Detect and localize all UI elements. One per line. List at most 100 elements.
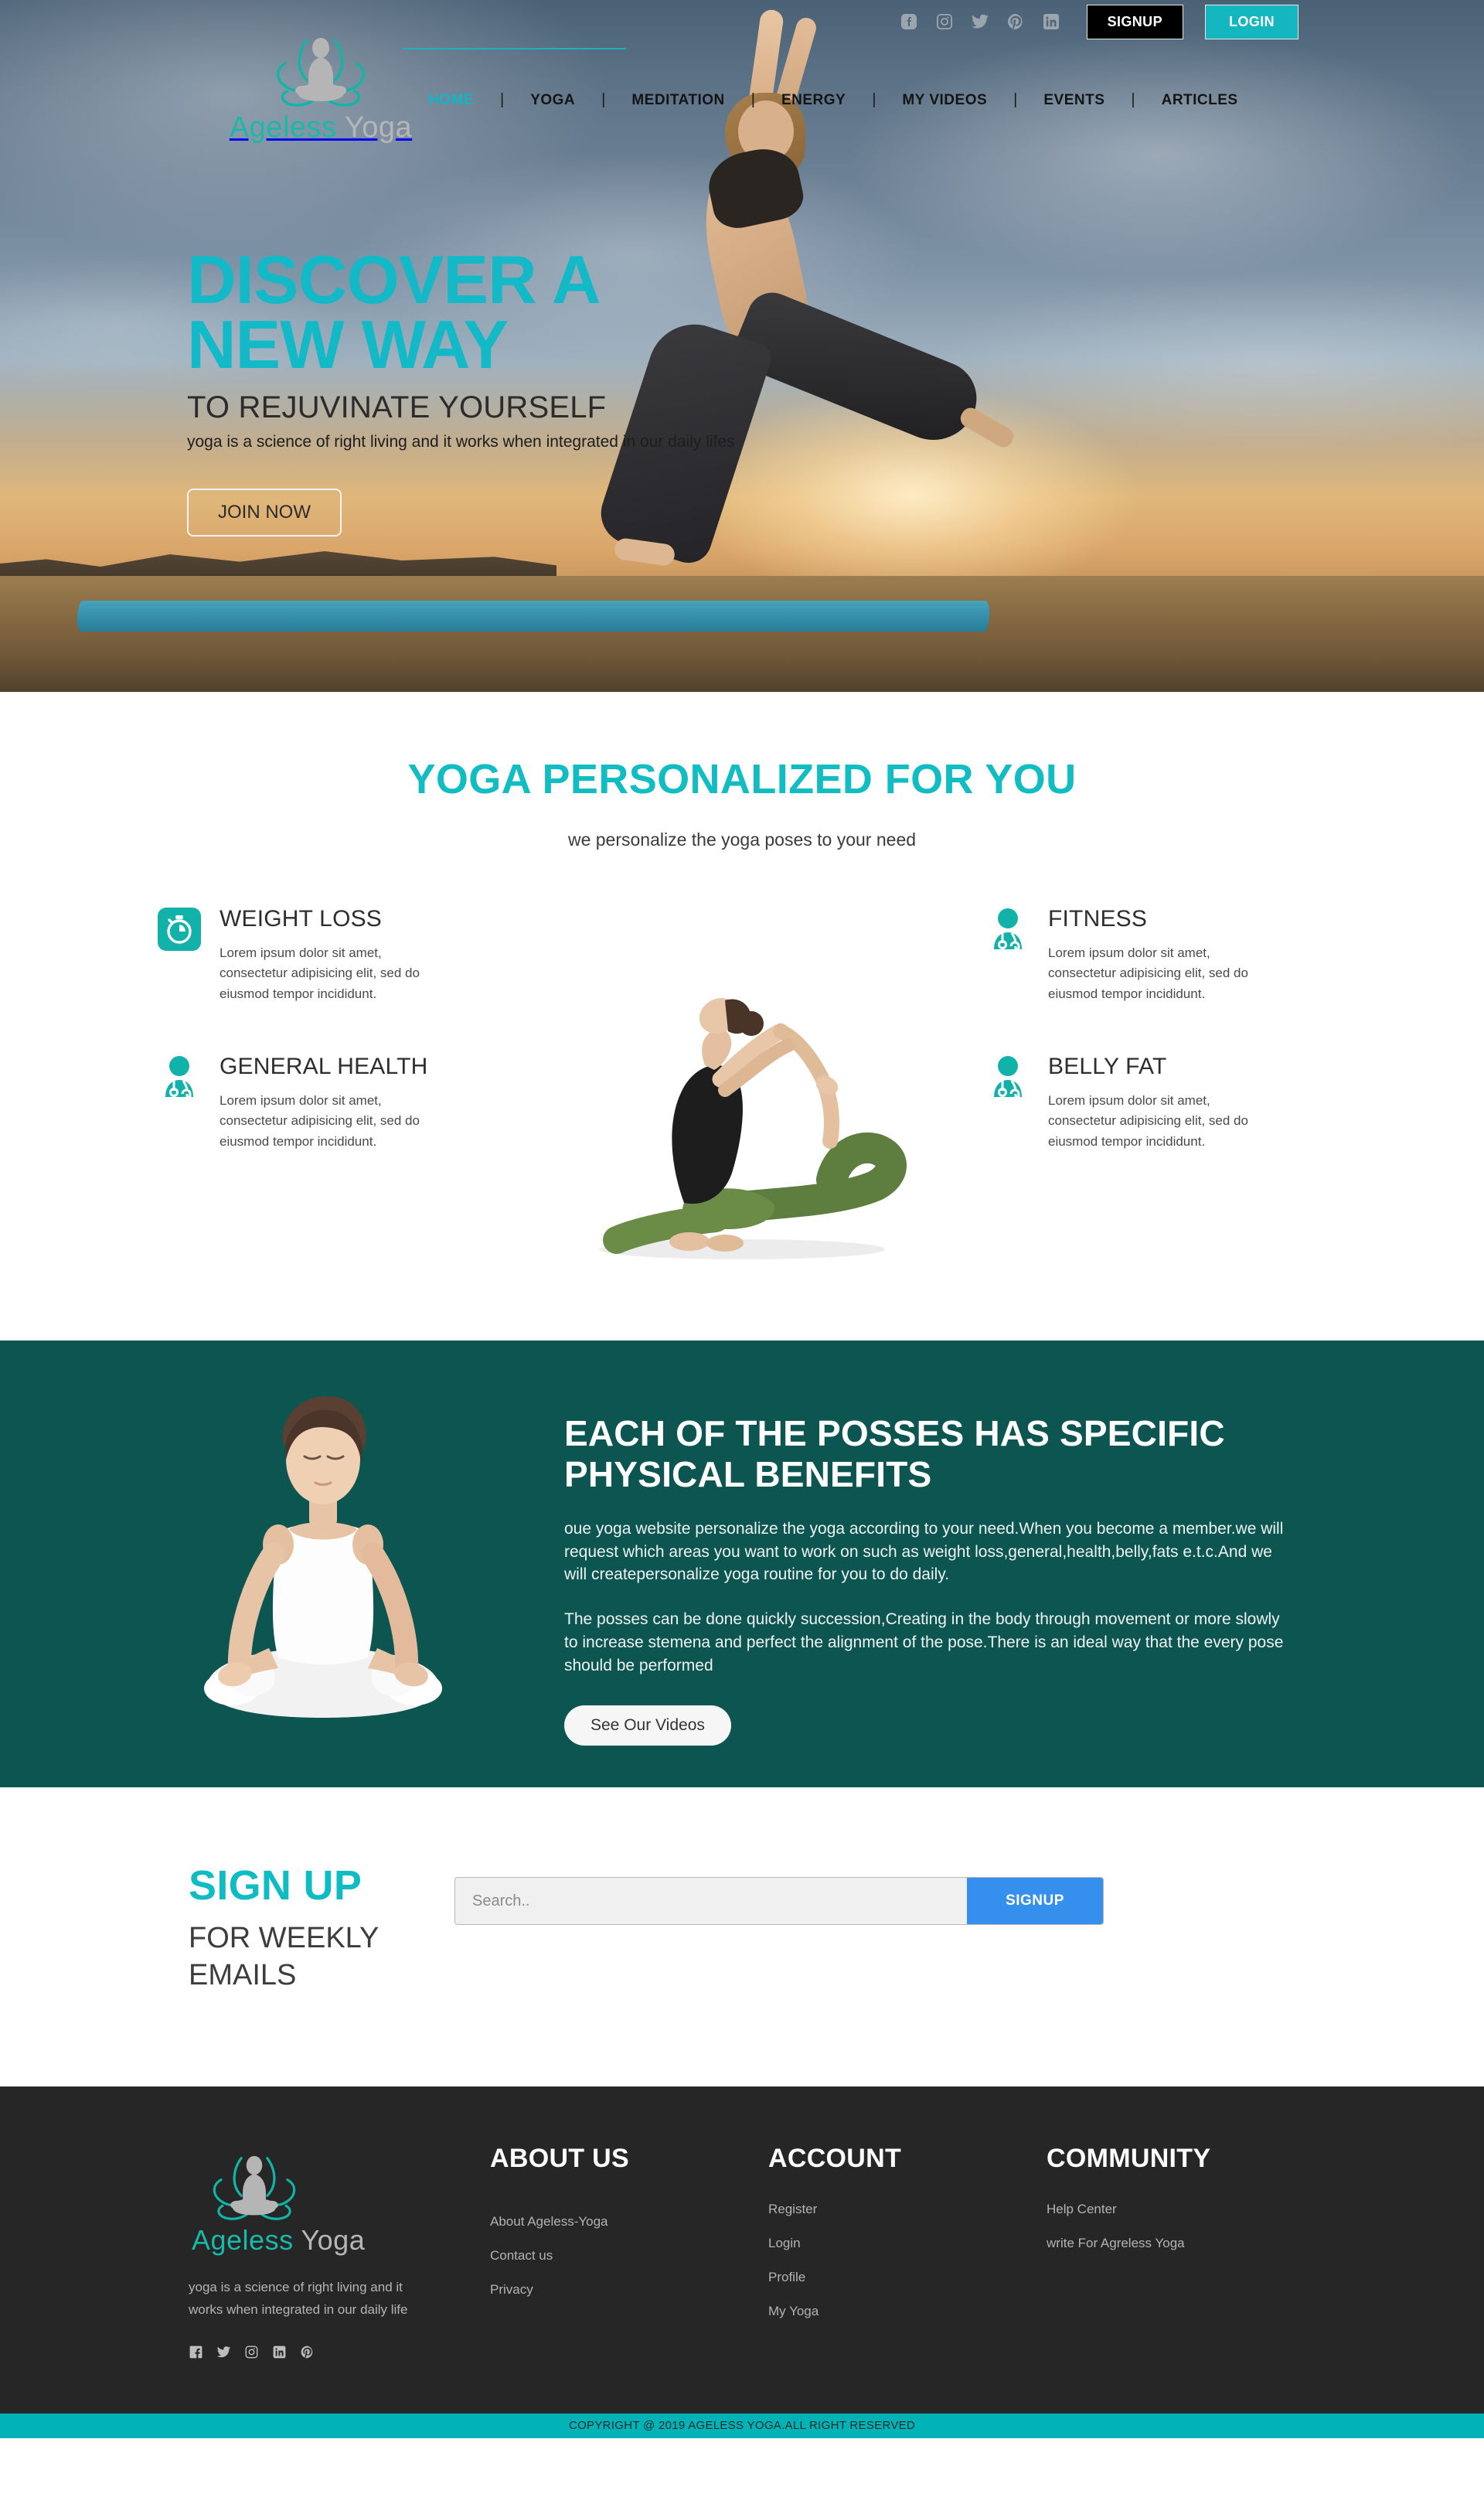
nav-item-articles[interactable]: ARTICLES [1135,92,1264,109]
see-our-videos-button[interactable]: See Our Videos [564,1705,731,1746]
facebook-icon[interactable] [189,2345,203,2359]
footer-link-contact-us[interactable]: Contact us [490,2248,553,2263]
nav-item-yoga[interactable]: YOGA [504,92,601,109]
footer-link-profile[interactable]: Profile [768,2270,805,2284]
list-item: Privacy [490,2282,768,2298]
feature-title: WEIGHT LOSS [220,906,383,932]
nav-item-home[interactable]: HOME [402,92,500,109]
copyright-bar: COPYRIGHT @ 2019 AGELESS YOGA.ALL RIGHT … [0,2413,1484,2438]
pinterest-icon[interactable] [300,2345,315,2359]
feature-column-right: FITNESS Lorem ipsum dolor sit amet, cons… [986,900,1326,1271]
header-login-button[interactable]: LOGIN [1205,4,1298,39]
footer-column-title: ABOUT US [490,2144,629,2173]
footer-link-login[interactable]: Login [768,2236,801,2250]
instagram-icon[interactable] [244,2345,259,2359]
nav-item-meditation[interactable]: MEDITATION [605,92,751,109]
lotus-meditation-icon [213,2155,296,2220]
feature-title: FITNESS [1048,906,1148,932]
footer-social-links [189,2345,490,2359]
personalized-section: YOGA PERSONALIZED FOR YOU we personalize… [0,692,1484,1340]
footer-link-list: Register Login Profile My Yoga [768,2202,1047,2319]
footer-column-title: ACCOUNT [768,2144,902,2173]
list-item: Help Center [1047,2202,1325,2217]
hero-headline-line2: NEW WAY [187,305,509,383]
logo-word-yoga: Yoga [344,111,413,144]
benefits-paragraph-1: oue yoga website personalize the yoga ac… [564,1519,1284,1584]
lotus-meditation-icon [277,38,365,107]
feature-title: GENERAL HEALTH [220,1054,428,1080]
feature-body: Lorem ipsum dolor sit amet, consectetur … [220,1093,420,1149]
newsletter-email-input[interactable] [455,1878,967,1924]
doctor-stethoscope-icon [986,1054,1030,1100]
list-item: Profile [768,2270,1047,2285]
newsletter-signup-button[interactable]: SIGNUP [967,1878,1103,1924]
feature-grid: WEIGHT LOSS Lorem ipsum dolor sit amet, … [0,900,1484,1271]
footer-column-about-us: ABOUT US About Ageless-Yoga Contact us P… [490,2144,768,2359]
pinterest-icon[interactable] [1006,12,1025,31]
header-topbar: SIGNUP LOGIN [0,0,1484,43]
footer-logo-word-ageless: Ageless [192,2224,294,2256]
newsletter-form: SIGNUP [454,1877,1104,1925]
footer-link-my-yoga[interactable]: My Yoga [768,2304,819,2318]
feature-fitness: FITNESS Lorem ipsum dolor sit amet, cons… [986,906,1326,1004]
benefits-copy: EACH OF THE POSSES HAS SPECIFIC PHYSICAL… [564,1413,1298,1746]
feature-body: Lorem ipsum dolor sit amet, consectetur … [1048,945,1248,1001]
list-item: Login [768,2236,1047,2251]
nav-item-energy[interactable]: ENERGY [755,92,872,109]
feature-body: Lorem ipsum dolor sit amet, consectetur … [1048,1093,1248,1149]
nav-item-events[interactable]: EVENTS [1017,92,1131,109]
footer-link-write-for-ageless-yoga[interactable]: write For Agreless Yoga [1047,2236,1185,2250]
feature-text: WEIGHT LOSS Lorem ipsum dolor sit amet, … [220,906,451,1004]
join-now-button[interactable]: JOIN NOW [187,489,342,537]
linkedin-icon[interactable] [1042,12,1060,31]
nav-item-my-videos[interactable]: MY VIDEOS [876,92,1013,109]
footer-logo[interactable]: Ageless Yoga [189,2144,490,2257]
footer-logo-word-yoga: Yoga [301,2224,366,2256]
feature-general-health: GENERAL HEALTH Lorem ipsum dolor sit ame… [158,1054,498,1152]
main-navigation: HOME | YOGA | MEDITATION | ENERGY | MY V… [402,91,1264,109]
header-social-links [900,12,1060,31]
feature-title: BELLY FAT [1048,1054,1167,1080]
copyright-text: COPYRIGHT @ 2019 AGELESS YOGA.ALL RIGHT … [568,2419,916,2433]
newsletter-heading-block: SIGN UP FOR WEEKLY EMAILS [189,1862,420,1994]
personalized-heading: YOGA PERSONALIZED FOR YOU [407,756,1077,802]
footer-logo-wordmark: Ageless Yoga [192,2224,490,2257]
stopwatch-icon [158,906,201,952]
personalized-lead: we personalize the yoga poses to your ne… [567,829,917,850]
list-item: Contact us [490,2248,768,2264]
feature-body: Lorem ipsum dolor sit amet, consectetur … [220,945,420,1001]
hero-tagline: yoga is a science of right living and it… [187,433,735,451]
logo-word-ageless: Ageless [229,111,337,144]
footer-tagline: yoga is a science of right living and it… [189,2280,408,2317]
doctor-stethoscope-icon [158,1054,201,1100]
newsletter-section: SIGN UP FOR WEEKLY EMAILS SIGNUP [0,1787,1484,2087]
footer-link-privacy[interactable]: Privacy [490,2282,533,2297]
list-item: My Yoga [768,2304,1047,2319]
instagram-icon[interactable] [935,12,954,31]
site-logo[interactable]: Ageless Yoga [224,25,417,145]
linkedin-icon[interactable] [272,2345,287,2359]
hero-headline-line1: DISCOVER A [187,241,601,318]
footer-link-help-center[interactable]: Help Center [1047,2202,1117,2216]
hero-section: SIGNUP LOGIN Ageless Yoga HOME | YOGA | … [0,0,1484,692]
footer-link-list: Help Center write For Agreless Yoga [1047,2202,1325,2251]
hero-headline: DISCOVER A NEW WAY [187,241,666,383]
footer-columns: Ageless Yoga yoga is a science of right … [0,2144,1484,2359]
newsletter-heading: SIGN UP [189,1862,362,1909]
feature-text: BELLY FAT Lorem ipsum dolor sit amet, co… [1048,1054,1280,1152]
header-signup-button[interactable]: SIGNUP [1086,4,1183,39]
footer-brand-block: Ageless Yoga yoga is a science of right … [189,2144,490,2359]
footer-link-list: About Ageless-Yoga Contact us Privacy [490,2214,768,2298]
logo-wordmark: Ageless Yoga [224,111,417,145]
twitter-icon[interactable] [216,2345,231,2359]
facebook-icon[interactable] [900,12,918,31]
benefits-section: EACH OF THE POSSES HAS SPECIFIC PHYSICAL… [0,1340,1484,1787]
twitter-icon[interactable] [971,12,989,31]
list-item: Register [768,2202,1047,2217]
benefits-heading: EACH OF THE POSSES HAS SPECIFIC PHYSICAL… [564,1413,1225,1495]
meditating-woman-photo [204,1395,442,1718]
nav-accent-rule [402,48,626,49]
footer-link-register[interactable]: Register [768,2202,817,2216]
center-yoga-pose-photo [526,900,958,1271]
footer-link-about-ageless-yoga[interactable]: About Ageless-Yoga [490,2214,608,2229]
